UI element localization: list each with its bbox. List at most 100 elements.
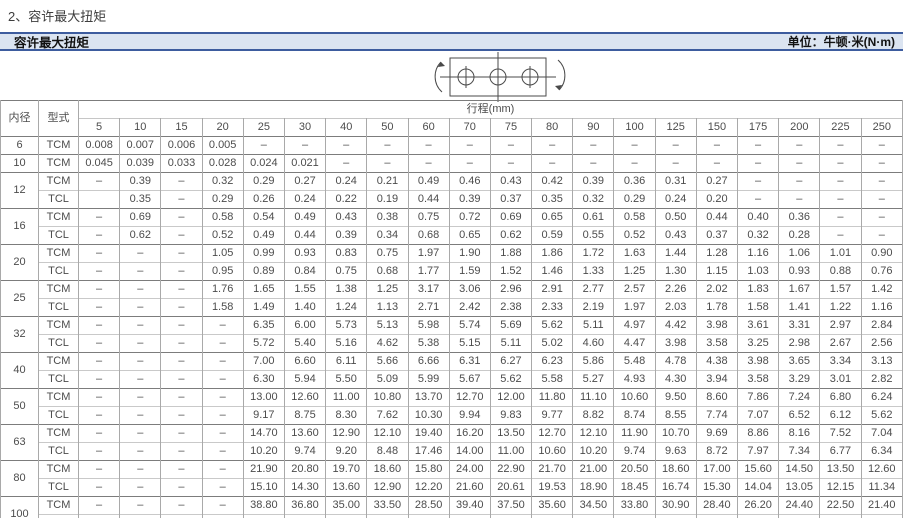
value-cell: 0.29 bbox=[202, 191, 243, 209]
value-cell: 19.53 bbox=[532, 479, 573, 497]
value-cell: 0.83 bbox=[326, 245, 367, 263]
value-cell: – bbox=[161, 317, 202, 335]
value-cell: 1.52 bbox=[490, 263, 531, 281]
stroke-col-header: 15 bbox=[161, 119, 202, 137]
value-cell: 1.25 bbox=[367, 281, 408, 299]
value-cell: 0.75 bbox=[367, 245, 408, 263]
value-cell: 0.007 bbox=[120, 137, 161, 155]
value-cell: 0.58 bbox=[202, 209, 243, 227]
value-cell: 4.47 bbox=[614, 335, 655, 353]
value-cell: 0.84 bbox=[284, 263, 325, 281]
value-cell: 0.76 bbox=[861, 263, 902, 281]
value-cell: 11.90 bbox=[614, 425, 655, 443]
value-cell: 21.96 bbox=[779, 515, 820, 518]
value-cell: 1.38 bbox=[326, 281, 367, 299]
value-cell: – bbox=[120, 281, 161, 299]
type-cell: TCM bbox=[39, 389, 79, 407]
value-cell: 3.29 bbox=[779, 371, 820, 389]
value-cell: – bbox=[79, 245, 120, 263]
value-cell: 0.42 bbox=[532, 173, 573, 191]
type-cell: TCM bbox=[39, 281, 79, 299]
value-cell: 1.46 bbox=[532, 263, 573, 281]
unit-label: 单位：牛顿·米(N·m) bbox=[788, 33, 895, 50]
value-cell: 15.60 bbox=[738, 461, 779, 479]
value-cell: 14.50 bbox=[779, 461, 820, 479]
value-cell: 0.88 bbox=[820, 263, 861, 281]
value-cell: 1.83 bbox=[738, 281, 779, 299]
value-cell: 0.20 bbox=[696, 191, 737, 209]
value-cell: – bbox=[161, 407, 202, 425]
value-cell: 1.41 bbox=[779, 299, 820, 317]
value-cell: 14.70 bbox=[243, 425, 284, 443]
value-cell: – bbox=[120, 263, 161, 281]
table-row: TCL–––1.581.491.401.241.132.712.422.382.… bbox=[1, 299, 903, 317]
value-cell: – bbox=[120, 389, 161, 407]
value-cell: 3.58 bbox=[738, 371, 779, 389]
value-cell: 0.24 bbox=[326, 173, 367, 191]
value-cell: 17.00 bbox=[696, 461, 737, 479]
value-cell: – bbox=[120, 317, 161, 335]
value-cell: – bbox=[202, 479, 243, 497]
value-cell: 5.67 bbox=[449, 371, 490, 389]
value-cell: – bbox=[161, 281, 202, 299]
stroke-col-header: 150 bbox=[696, 119, 737, 137]
value-cell: 6.77 bbox=[820, 443, 861, 461]
value-cell: 1.78 bbox=[696, 299, 737, 317]
value-cell: 1.15 bbox=[696, 263, 737, 281]
value-cell: 25.65 bbox=[408, 515, 449, 518]
bore-cell: 32 bbox=[1, 317, 39, 353]
value-cell: 10.20 bbox=[243, 443, 284, 461]
value-cell: 9.63 bbox=[655, 443, 696, 461]
value-cell: 1.05 bbox=[202, 245, 243, 263]
value-cell: – bbox=[161, 209, 202, 227]
value-cell: – bbox=[120, 353, 161, 371]
table-title: 容许最大扭矩 bbox=[14, 32, 89, 51]
value-cell: – bbox=[738, 173, 779, 191]
value-cell: 4.78 bbox=[655, 353, 696, 371]
value-cell: – bbox=[820, 191, 861, 209]
value-cell: 5.40 bbox=[284, 335, 325, 353]
value-cell: 13.50 bbox=[820, 461, 861, 479]
table-row: 80TCM––––21.9020.8019.7018.6015.8024.002… bbox=[1, 461, 903, 479]
value-cell: – bbox=[79, 461, 120, 479]
value-cell: 20.61 bbox=[490, 479, 531, 497]
value-cell: 2.02 bbox=[696, 281, 737, 299]
value-cell: – bbox=[573, 155, 614, 173]
cylinder-torque-diagram-icon bbox=[428, 52, 572, 102]
value-cell: 1.65 bbox=[243, 281, 284, 299]
value-cell: – bbox=[79, 281, 120, 299]
value-cell: – bbox=[161, 191, 202, 209]
value-cell: – bbox=[120, 425, 161, 443]
value-cell: – bbox=[655, 155, 696, 173]
value-cell: 18.60 bbox=[367, 461, 408, 479]
value-cell: 0.008 bbox=[79, 137, 120, 155]
value-cell: 2.71 bbox=[408, 299, 449, 317]
value-cell: 0.38 bbox=[367, 209, 408, 227]
value-cell: 4.93 bbox=[614, 371, 655, 389]
type-header: 型式 bbox=[39, 101, 79, 137]
value-cell: – bbox=[614, 137, 655, 155]
value-cell: 0.62 bbox=[490, 227, 531, 245]
table-row: TCL––––27.1025.7024.4030.1525.6535.4633.… bbox=[1, 515, 903, 518]
type-cell: TCL bbox=[39, 407, 79, 425]
table-row: 12TCM–0.39–0.320.290.270.240.210.490.460… bbox=[1, 173, 903, 191]
value-cell: 36.80 bbox=[284, 497, 325, 515]
value-cell: 14.30 bbox=[284, 479, 325, 497]
value-cell: 24.00 bbox=[449, 461, 490, 479]
stroke-col-header: 70 bbox=[449, 119, 490, 137]
value-cell: – bbox=[161, 389, 202, 407]
value-cell: 8.16 bbox=[779, 425, 820, 443]
value-cell: 9.74 bbox=[284, 443, 325, 461]
value-cell: 8.72 bbox=[696, 443, 737, 461]
type-cell: TCM bbox=[39, 155, 79, 173]
value-cell: – bbox=[161, 173, 202, 191]
table-row: 10TCM0.0450.0390.0330.0280.0240.021–––––… bbox=[1, 155, 903, 173]
value-cell: – bbox=[202, 515, 243, 518]
value-cell: – bbox=[79, 389, 120, 407]
header-row-top: 内径型式行程(mm) bbox=[1, 101, 903, 119]
value-cell: 0.65 bbox=[449, 227, 490, 245]
value-cell: – bbox=[161, 479, 202, 497]
torque-table: 内径型式行程(mm)510152025304050607075809010012… bbox=[0, 100, 903, 518]
table-title-bar: 容许最大扭矩 单位：牛顿·米(N·m) bbox=[0, 32, 903, 51]
value-cell: 9.50 bbox=[655, 389, 696, 407]
